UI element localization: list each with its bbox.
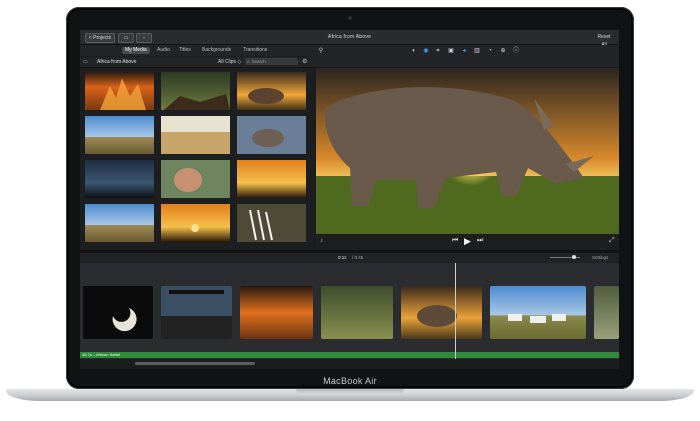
timeline-clip-campfire[interactable] (240, 286, 313, 339)
event-name: Africa from Above (97, 59, 137, 65)
thumbnail-tree-sunset[interactable] (237, 160, 306, 198)
tab-titles[interactable]: Titles (176, 47, 194, 54)
camera-icon (348, 16, 352, 20)
crop-icon[interactable]: ⌗ (435, 48, 441, 54)
hands-shape (174, 168, 202, 192)
audio-clip-label: 45.7s – African Safari (82, 352, 121, 357)
playhead[interactable] (455, 263, 456, 359)
viewer-frame (316, 68, 619, 234)
timecode-bar: 0:11 / 0:45 Settings (80, 253, 619, 263)
thumbnail-grid (85, 72, 306, 242)
filter-icon[interactable]: ⊕ (500, 48, 506, 54)
video-viewer (316, 68, 619, 234)
timeline-settings-button[interactable]: Settings (592, 255, 608, 260)
laptop-notch (296, 389, 404, 395)
imovie-window: < Projects ▭ ↓ Africa from Above Reset A… (80, 30, 619, 369)
device-label: MacBook Air (323, 376, 377, 386)
total-time: / 0:45 (352, 255, 364, 260)
scrollbar-thumb[interactable] (135, 362, 255, 365)
tab-backgrounds[interactable]: Backgrounds (199, 47, 234, 54)
moon-shape (112, 308, 137, 332)
skip-forward-icon[interactable]: ⏭ (477, 237, 483, 245)
zoom-slider-knob[interactable] (572, 255, 576, 259)
fullscreen-icon[interactable]: ⤢ (609, 237, 615, 245)
tab-my-media[interactable]: My Media (122, 47, 150, 54)
clip-filter[interactable]: All Clips ◇ (218, 59, 241, 65)
timeline: 45.7s – African Safari (80, 263, 619, 359)
settings-gear-icon[interactable]: ⚙ (302, 58, 307, 65)
current-time: 0:11 (338, 255, 347, 260)
audio-track[interactable]: 45.7s – African Safari (80, 352, 619, 358)
project-title: Africa from Above (327, 34, 372, 40)
volume-icon[interactable]: ◂ (461, 48, 467, 54)
color-balance-icon[interactable]: ◐ (411, 48, 417, 54)
timeline-clip-jeep[interactable] (161, 286, 232, 339)
timeline-clip-rhino[interactable] (401, 286, 482, 339)
playback-controls: ♪ ⏮ ▶ ⏭ ⤢ (316, 234, 619, 250)
thumbnail-horizon-sun[interactable] (161, 204, 230, 242)
rhino-silhouette (248, 88, 284, 104)
stabilization-icon[interactable]: ▣ (448, 48, 454, 54)
speed-icon[interactable]: ◔ (487, 48, 493, 54)
media-browser (80, 68, 313, 250)
browser-header: ▭ Africa from Above All Clips ◇ ⌕ Search … (80, 57, 313, 68)
noise-reduction-icon[interactable]: ▥ (474, 48, 480, 54)
timeline-clip-moon[interactable] (83, 286, 153, 339)
tab-audio[interactable]: Audio (154, 47, 173, 54)
search-input[interactable]: ⌕ Search (245, 58, 298, 65)
play-icon[interactable]: ▶ (464, 236, 471, 247)
timeline-clip-tree[interactable] (321, 286, 393, 339)
info-icon[interactable]: ⓘ (513, 48, 519, 54)
skip-back-icon[interactable]: ⏮ (452, 237, 458, 245)
microphone-icon[interactable]: ♪ (320, 238, 323, 244)
timeline-scrollbar[interactable] (80, 359, 619, 369)
vehicle-shape (161, 316, 232, 339)
tab-transitions[interactable]: Transitions (240, 47, 270, 54)
sky-band (161, 116, 230, 132)
zebra-herd-shapes (508, 314, 566, 323)
toolbar: < Projects ▭ ↓ Africa from Above Reset A… (80, 30, 619, 48)
color-correction-icon[interactable]: ◉ (423, 48, 429, 54)
magic-wand-icon[interactable]: ⚲ (318, 48, 324, 54)
thumbnail-zebra-herd[interactable] (85, 204, 154, 242)
timeline-clip-partial[interactable] (594, 286, 619, 339)
roof-bar (169, 290, 224, 294)
timeline-clip-zebras[interactable] (490, 286, 586, 339)
rhino-body-shape (252, 129, 284, 147)
reset-all-button[interactable]: Reset All (595, 33, 613, 48)
thumbnail-zebras-plain[interactable] (85, 116, 154, 154)
thumbnail-night-elephants[interactable] (85, 160, 154, 198)
rhino-shape (417, 305, 457, 327)
media-tabs: My Media Audio Titles Backgrounds Transi… (80, 45, 313, 56)
sun-shape (191, 224, 199, 232)
sidebar-toggle-icon[interactable]: ▭ (83, 59, 88, 65)
